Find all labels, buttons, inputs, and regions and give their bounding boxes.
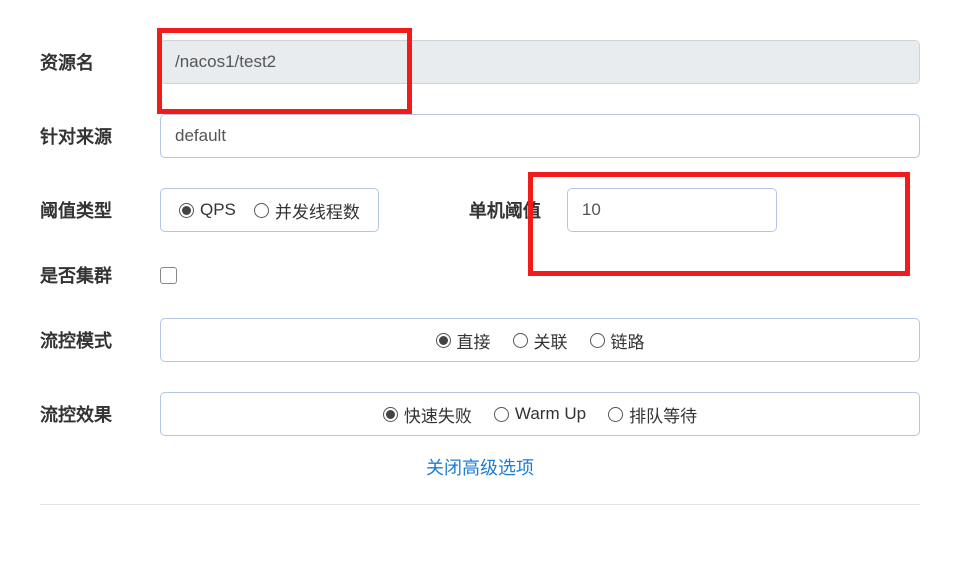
- radio-label: 直接: [457, 328, 491, 353]
- single-threshold-input[interactable]: [567, 188, 777, 232]
- threshold-type-group: QPS 并发线程数: [160, 188, 379, 232]
- close-advanced-link[interactable]: 关闭高级选项: [426, 458, 534, 478]
- radio-icon: [179, 203, 194, 218]
- cluster-checkbox[interactable]: [160, 267, 177, 284]
- radio-label: Warm Up: [515, 404, 586, 424]
- flow-mode-option-direct[interactable]: 直接: [436, 328, 491, 353]
- threshold-type-option-qps[interactable]: QPS: [179, 200, 236, 220]
- radio-icon: [254, 203, 269, 218]
- flow-mode-option-relate[interactable]: 关联: [513, 328, 568, 353]
- label-resource: 资源名: [40, 49, 160, 75]
- label-source: 针对来源: [40, 123, 160, 149]
- label-single-threshold: 单机阈值: [469, 197, 541, 223]
- source-input[interactable]: [160, 114, 920, 158]
- radio-icon: [590, 333, 605, 348]
- advanced-toggle-row: 关闭高级选项: [40, 454, 920, 480]
- flow-effect-option-queue[interactable]: 排队等待: [608, 402, 697, 427]
- radio-label: 链路: [611, 328, 645, 353]
- flow-effect-option-warmup[interactable]: Warm Up: [494, 404, 586, 424]
- radio-label: QPS: [200, 200, 236, 220]
- flow-rule-form: 资源名 针对来源 阈值类型 QPS 并发线: [10, 10, 950, 525]
- flow-effect-option-fastfail[interactable]: 快速失败: [383, 402, 472, 427]
- radio-icon: [436, 333, 451, 348]
- label-cluster: 是否集群: [40, 262, 160, 288]
- row-source: 针对来源: [40, 114, 920, 158]
- flow-mode-group: 直接 关联 链路: [160, 318, 920, 362]
- label-threshold-type: 阈值类型: [40, 197, 160, 223]
- row-resource: 资源名: [40, 40, 920, 84]
- radio-icon: [608, 407, 623, 422]
- radio-label: 排队等待: [629, 402, 697, 427]
- radio-label: 关联: [534, 328, 568, 353]
- row-flow-mode: 流控模式 直接 关联 链路: [40, 318, 920, 362]
- radio-label: 并发线程数: [275, 198, 360, 223]
- radio-icon: [383, 407, 398, 422]
- radio-label: 快速失败: [404, 402, 472, 427]
- flow-effect-group: 快速失败 Warm Up 排队等待: [160, 392, 920, 436]
- flow-mode-option-chain[interactable]: 链路: [590, 328, 645, 353]
- divider: [40, 504, 920, 505]
- radio-icon: [494, 407, 509, 422]
- radio-icon: [513, 333, 528, 348]
- row-threshold: 阈值类型 QPS 并发线程数 单机阈值: [40, 188, 920, 232]
- label-flow-effect: 流控效果: [40, 401, 160, 427]
- row-flow-effect: 流控效果 快速失败 Warm Up 排队等待: [40, 392, 920, 436]
- row-cluster: 是否集群: [40, 262, 920, 288]
- resource-input: [160, 40, 920, 84]
- threshold-type-option-thread[interactable]: 并发线程数: [254, 198, 360, 223]
- label-flow-mode: 流控模式: [40, 327, 160, 353]
